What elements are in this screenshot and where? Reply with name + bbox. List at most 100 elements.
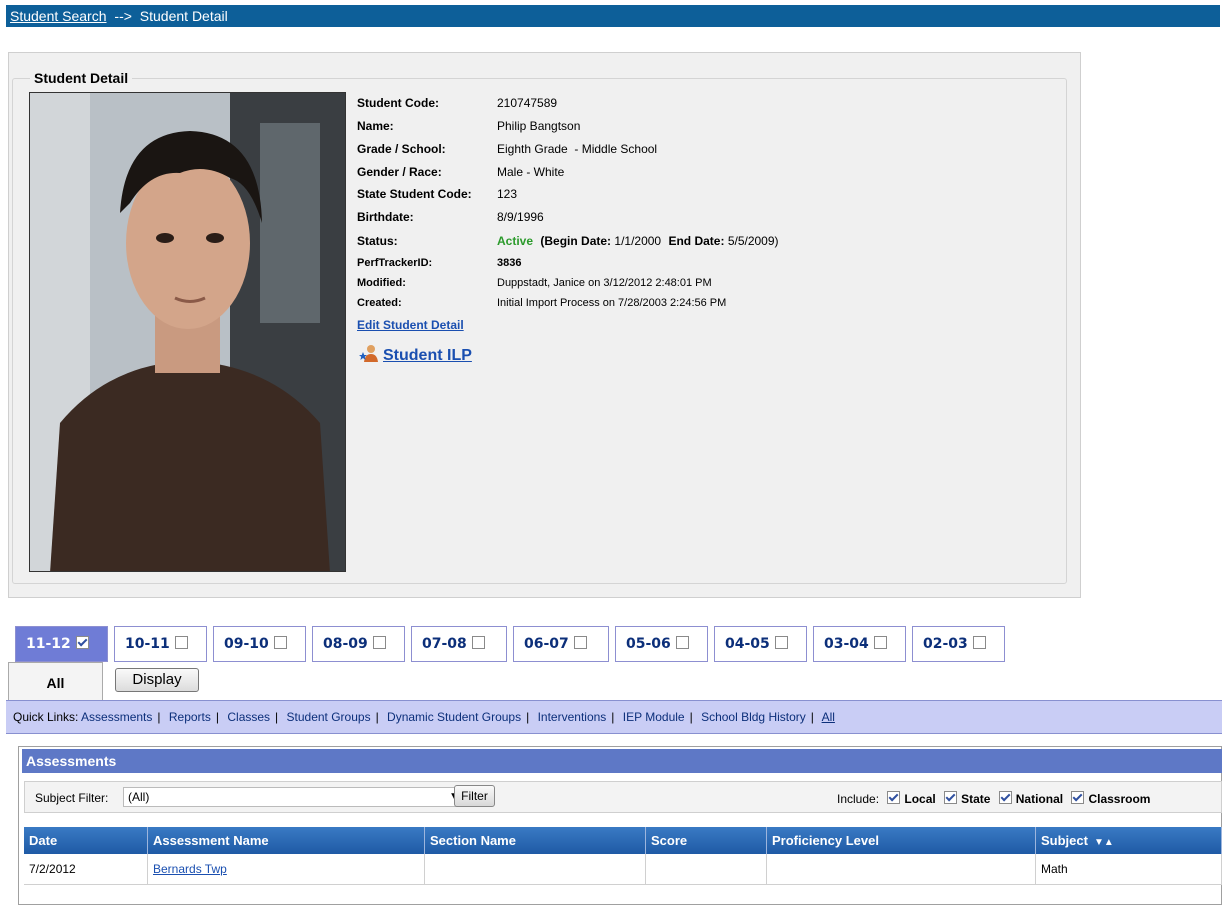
field-status: Status: Active (Begin Date: 1/1/2000 End … xyxy=(357,232,779,250)
tab-year-02-03[interactable]: 02-03 xyxy=(912,626,1005,662)
include-classroom-checkbox[interactable] xyxy=(1071,791,1085,804)
field-label: Grade / School: xyxy=(357,142,446,156)
field-value: Male - White xyxy=(497,165,565,179)
cell-proficiency-level xyxy=(766,854,1036,885)
table-header-row: Date Assessment Name Section Name Score … xyxy=(24,827,1222,854)
status-value: Active xyxy=(497,234,534,248)
quick-link-all[interactable]: All xyxy=(822,710,835,724)
tab-checkbox[interactable] xyxy=(675,636,689,649)
tab-checkbox[interactable] xyxy=(774,636,788,649)
tab-checkbox[interactable] xyxy=(873,636,887,649)
tab-all[interactable]: All xyxy=(8,662,103,700)
tab-year-05-06[interactable]: 05-06 xyxy=(615,626,708,662)
tab-label: 02-03 xyxy=(923,636,968,652)
tab-year-11-12[interactable]: 11-12 xyxy=(15,626,108,662)
column-header-section-name[interactable]: Section Name xyxy=(424,827,646,854)
quick-link-classes[interactable]: Classes xyxy=(227,710,270,724)
quick-link-interventions[interactable]: Interventions xyxy=(538,710,607,724)
include-local-checkbox[interactable] xyxy=(887,791,901,804)
column-header-date[interactable]: Date xyxy=(24,827,148,854)
subject-filter-label: Subject Filter: xyxy=(35,791,109,805)
tab-year-06-07[interactable]: 06-07 xyxy=(513,626,609,662)
divider: | xyxy=(611,710,615,724)
field-label: Status: xyxy=(357,234,398,248)
tab-checkbox[interactable] xyxy=(174,636,188,649)
tab-checkbox[interactable] xyxy=(573,636,587,649)
breadcrumb-current: Student Detail xyxy=(139,8,228,24)
divider: | xyxy=(375,710,379,724)
breadcrumb-student-search-link[interactable]: Student Search xyxy=(10,8,107,24)
quick-link-iep-module[interactable]: IEP Module xyxy=(623,710,685,724)
tab-checkbox[interactable] xyxy=(372,636,386,649)
include-state-checkbox[interactable] xyxy=(944,791,958,804)
subject-filter-value: (All) xyxy=(128,790,150,804)
tab-year-09-10[interactable]: 09-10 xyxy=(213,626,306,662)
tab-label: 11-12 xyxy=(26,636,71,652)
tab-label: 03-04 xyxy=(824,636,869,652)
include-state-label: State xyxy=(961,792,991,806)
quick-links-bar: Quick Links: Assessments | Reports | Class… xyxy=(6,700,1222,734)
field-label: Name: xyxy=(357,119,394,133)
quick-link-school-bldg-history[interactable]: School Bldg History xyxy=(701,710,806,724)
cell-assessment-name: Bernards Twp xyxy=(147,854,425,885)
person-star-icon xyxy=(359,343,379,363)
field-student-code: Student Code: 210747589 xyxy=(357,94,557,112)
quick-link-student-groups[interactable]: Student Groups xyxy=(287,710,371,724)
field-value: 210747589 xyxy=(497,96,558,110)
field-modified: Modified: Duppstadt, Janice on 3/12/2012 … xyxy=(357,273,712,291)
tab-year-07-08[interactable]: 07-08 xyxy=(411,626,507,662)
end-date-label: End Date: xyxy=(668,234,725,248)
assessments-title: Assessments xyxy=(22,749,1222,773)
tab-label: 07-08 xyxy=(422,636,467,652)
divider: | xyxy=(526,710,530,724)
column-header-assessment-name[interactable]: Assessment Name xyxy=(147,827,425,854)
begin-date-label: (Begin Date: xyxy=(540,234,612,248)
cell-score xyxy=(645,854,767,885)
column-header-subject-label: Subject xyxy=(1041,833,1088,848)
display-button[interactable]: Display xyxy=(115,668,199,692)
field-label: Gender / Race: xyxy=(357,165,442,179)
subject-filter-select[interactable]: (All) ▼ xyxy=(123,787,466,807)
tab-label: 06-07 xyxy=(524,636,569,652)
tab-checkbox[interactable] xyxy=(273,636,287,649)
student-photo xyxy=(29,92,346,572)
tab-year-03-04[interactable]: 03-04 xyxy=(813,626,906,662)
cell-date: 7/2/2012 xyxy=(24,854,148,885)
field-value: Philip Bangtson xyxy=(497,119,581,133)
field-state-student-code: State Student Code: 123 xyxy=(357,185,517,203)
field-birthdate: Birthdate: 8/9/1996 xyxy=(357,208,544,226)
quick-link-assessments[interactable]: Assessments xyxy=(81,710,152,724)
tab-year-08-09[interactable]: 08-09 xyxy=(312,626,405,662)
divider: | xyxy=(810,710,814,724)
assessment-filter-bar: Subject Filter: (All) ▼ Filter Include: … xyxy=(24,781,1222,813)
end-date-value: 5/5/2009) xyxy=(727,234,779,248)
sort-icon[interactable]: ▼▲ xyxy=(1094,837,1114,848)
edit-student-detail-link[interactable]: Edit Student Detail xyxy=(357,318,464,332)
tab-checkbox[interactable] xyxy=(75,636,89,649)
quick-link-dynamic-student-groups[interactable]: Dynamic Student Groups xyxy=(387,710,521,724)
include-national-checkbox[interactable] xyxy=(998,791,1012,804)
assessment-name-link[interactable]: Bernards Twp xyxy=(153,862,227,876)
column-header-subject[interactable]: Subject ▼▲ xyxy=(1035,827,1222,854)
field-value: 8/9/1996 xyxy=(497,210,544,224)
tab-checkbox[interactable] xyxy=(972,636,986,649)
tab-year-10-11[interactable]: 10-11 xyxy=(114,626,207,662)
divider: | xyxy=(689,710,693,724)
tab-year-04-05[interactable]: 04-05 xyxy=(714,626,807,662)
field-label: Modified: xyxy=(357,277,406,289)
field-label: Created: xyxy=(357,297,402,309)
tab-checkbox[interactable] xyxy=(471,636,485,649)
column-header-score[interactable]: Score xyxy=(645,827,767,854)
column-header-proficiency-level[interactable]: Proficiency Level xyxy=(766,827,1036,854)
field-gender-race: Gender / Race: Male - White xyxy=(357,163,564,181)
quick-link-reports[interactable]: Reports xyxy=(169,710,211,724)
tab-label: 04-05 xyxy=(725,636,770,652)
student-ilp-link[interactable]: Student ILP xyxy=(383,347,472,364)
filter-button[interactable]: Filter xyxy=(454,785,495,807)
breadcrumb-arrow: --> xyxy=(114,8,132,24)
student-ilp: Student ILP xyxy=(359,343,472,365)
tab-label: 09-10 xyxy=(224,636,269,652)
field-value: 3836 xyxy=(497,257,522,269)
field-value: Eighth Grade - Middle School xyxy=(497,142,658,156)
begin-date-value: 1/1/2000 xyxy=(614,234,662,248)
